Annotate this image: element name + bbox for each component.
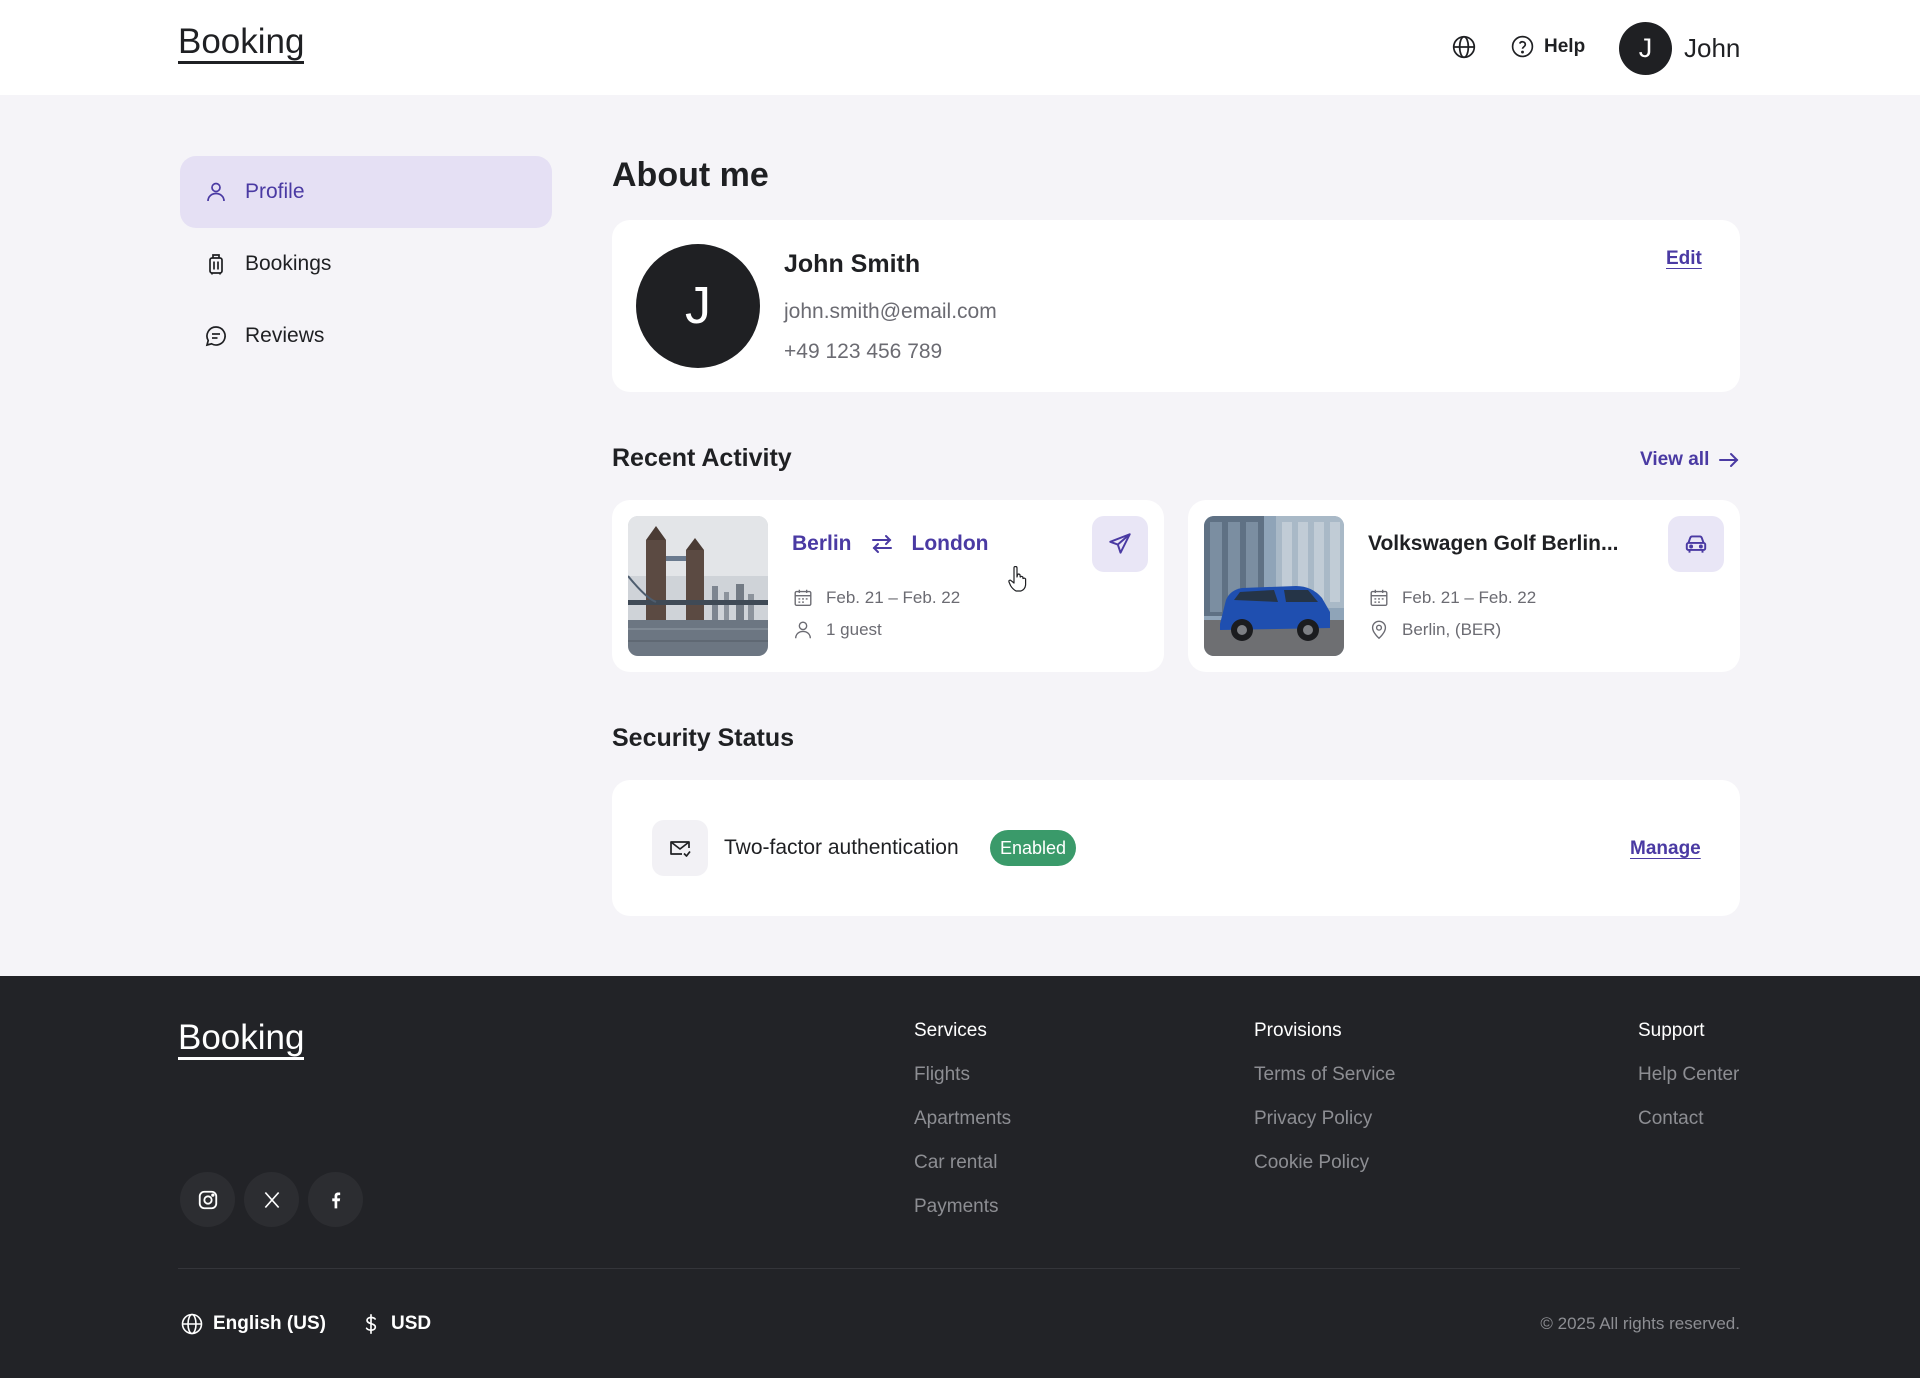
luggage-icon [209, 254, 223, 275]
footer-link-privacy[interactable]: Privacy Policy [1254, 1108, 1395, 1130]
sidebar-item-label: Reviews [245, 324, 325, 347]
sidebar: Profile Bookings Reviews [180, 156, 552, 372]
help-icon [1511, 35, 1534, 58]
flight-badge [1092, 516, 1148, 572]
logo[interactable]: Booking [178, 24, 305, 64]
currency-selector[interactable]: USD [360, 1312, 431, 1336]
sidebar-item-profile[interactable]: Profile [180, 156, 552, 228]
top-header: Booking Help J John [0, 0, 1920, 95]
car-location: Berlin, (BER) [1368, 619, 1501, 641]
plane-icon [1109, 533, 1131, 554]
recent-activity-title: Recent Activity [612, 444, 792, 472]
flight-guests-text: 1 guest [826, 620, 882, 639]
swap-arrows-icon [871, 535, 892, 553]
user-name: John [1684, 33, 1741, 63]
footer-divider [178, 1268, 1740, 1269]
two-factor-label: Two-factor authentication [724, 836, 959, 859]
car-location-text: Berlin, (BER) [1402, 620, 1502, 639]
social-links [180, 1172, 363, 1227]
footer-col-title: Services [914, 1020, 987, 1041]
car-activity-card[interactable]: Volkswagen Golf Berlin... Feb. 21 – Feb.… [1188, 500, 1740, 672]
copyright: © 2025 All rights reserved. [1540, 1314, 1740, 1333]
car-badge [1668, 516, 1724, 572]
security-status-title: Security Status [612, 724, 795, 752]
sidebar-item-label: Bookings [245, 252, 332, 275]
footer-col-title: Support [1638, 1020, 1705, 1041]
car-title: Volkswagen Golf Berlin... [1368, 532, 1619, 555]
footer-link-contact[interactable]: Contact [1638, 1108, 1739, 1130]
footer-col-title: Provisions [1254, 1020, 1342, 1041]
footer-logo[interactable]: Booking [178, 1020, 305, 1060]
facebook-icon[interactable] [308, 1172, 363, 1227]
edit-profile-link[interactable]: Edit [1666, 248, 1702, 270]
tower-bridge-image [628, 516, 768, 656]
flight-activity-card[interactable]: Berlin London Feb. 21 – Feb. 22 1 guest [612, 500, 1164, 672]
flight-route: Berlin London [792, 532, 988, 556]
view-all-label: View all [1640, 449, 1710, 470]
profile-card: J John Smith john.smith@email.com +49 12… [612, 220, 1740, 392]
status-badge: Enabled [990, 830, 1077, 866]
flight-dates: Feb. 21 – Feb. 22 [792, 587, 960, 609]
language-label: English (US) [213, 1313, 326, 1334]
flight-guests: 1 guest [792, 619, 882, 641]
profile-phone: +49 123 456 789 [784, 340, 943, 363]
page-title: About me [612, 156, 769, 194]
instagram-icon[interactable] [180, 1172, 235, 1227]
footer-col-services: Services Flights Apartments Car rental P… [914, 1020, 1011, 1240]
language-selector[interactable]: English (US) [180, 1312, 326, 1336]
footer-link-apartments[interactable]: Apartments [914, 1108, 1011, 1130]
footer: Booking Services Flights Apartments Car … [0, 976, 1920, 1378]
help-button[interactable]: Help [1510, 34, 1585, 59]
sidebar-item-reviews[interactable]: Reviews [180, 300, 552, 372]
location-pin-icon [1371, 620, 1387, 640]
security-card: Two-factor authentication Enabled Manage [612, 780, 1740, 916]
calendar-icon [794, 589, 812, 607]
footer-link-cookie[interactable]: Cookie Policy [1254, 1152, 1395, 1174]
car-dates-text: Feb. 21 – Feb. 22 [1402, 588, 1537, 607]
footer-col-provisions: Provisions Terms of Service Privacy Poli… [1254, 1020, 1395, 1196]
flight-destination: London [911, 532, 989, 555]
globe-icon [181, 1313, 203, 1335]
footer-link-terms[interactable]: Terms of Service [1254, 1064, 1395, 1086]
calendar-icon [1370, 589, 1388, 607]
user-menu[interactable]: J John [1619, 22, 1740, 75]
x-icon[interactable] [244, 1172, 299, 1227]
help-label: Help [1544, 35, 1586, 57]
sidebar-item-bookings[interactable]: Bookings [180, 228, 552, 300]
view-all-link[interactable]: View all [1640, 448, 1741, 472]
profile-name: John Smith [784, 250, 921, 278]
footer-link-payments[interactable]: Payments [914, 1196, 1011, 1218]
car-dates: Feb. 21 – Feb. 22 [1368, 587, 1536, 609]
profile-avatar: J [636, 244, 760, 368]
car-image [1204, 516, 1344, 656]
currency-label: USD [391, 1313, 432, 1334]
guest-icon [794, 621, 812, 639]
user-icon [207, 182, 225, 202]
avatar: J [1619, 22, 1672, 75]
footer-col-support: Support Help Center Contact [1638, 1020, 1739, 1152]
chat-icon [205, 326, 226, 347]
footer-link-car-rental[interactable]: Car rental [914, 1152, 1011, 1174]
mail-shield-icon [652, 820, 708, 876]
footer-link-help-center[interactable]: Help Center [1638, 1064, 1739, 1086]
flight-dates-text: Feb. 21 – Feb. 22 [826, 588, 961, 607]
manage-link[interactable]: Manage [1630, 838, 1701, 860]
car-icon [1685, 535, 1707, 553]
dollar-icon [365, 1314, 377, 1334]
sidebar-item-label: Profile [245, 180, 305, 203]
profile-email: john.smith@email.com [784, 300, 997, 323]
footer-link-flights[interactable]: Flights [914, 1064, 1011, 1086]
hand-cursor-icon [1008, 566, 1028, 592]
globe-icon[interactable] [1451, 34, 1477, 60]
flight-origin: Berlin [792, 532, 852, 555]
arrow-right-icon [1719, 453, 1739, 467]
